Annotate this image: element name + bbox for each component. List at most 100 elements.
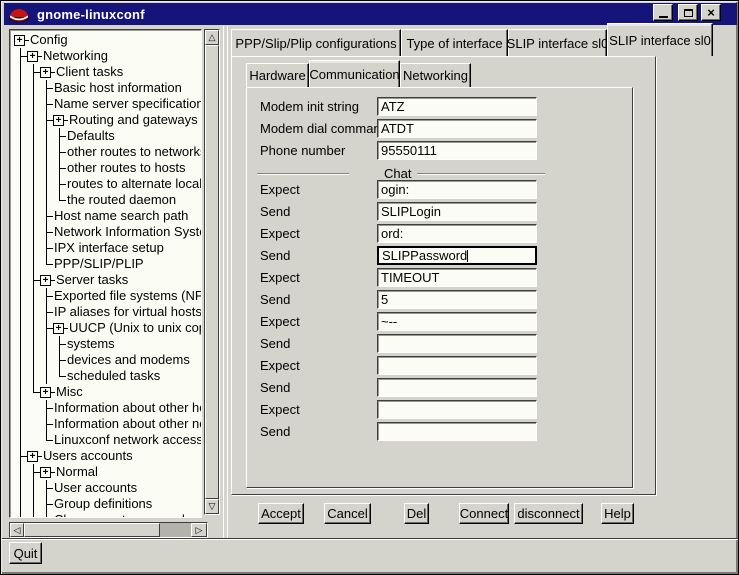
tree-item[interactable]: +Normal — [14, 464, 201, 480]
tree-item[interactable]: other routes to hosts — [14, 160, 201, 176]
tree-item-label[interactable]: Host name search path — [53, 208, 188, 224]
tree-item[interactable]: + Config — [14, 32, 201, 48]
tree-item[interactable]: + Users accounts — [14, 448, 201, 464]
tree-item-label[interactable]: Information about other netw — [53, 416, 202, 432]
tree-vertical-scrollbar[interactable]: △ ▽ — [204, 29, 220, 515]
tree-item-label[interactable]: devices and modems — [66, 352, 190, 368]
tree-item-label[interactable]: Exported file systems (NFS) — [53, 288, 202, 304]
scroll-up-button[interactable]: △ — [205, 30, 219, 45]
accept-button[interactable]: Accept — [258, 503, 304, 524]
tree-item-label[interactable]: scheduled tasks — [66, 368, 160, 384]
expander-icon[interactable]: + — [40, 67, 51, 78]
tree-item-label[interactable]: Network Information System — [53, 224, 202, 240]
chat-send-3-input[interactable]: SLIPPassword — [377, 246, 537, 265]
tree-item-label[interactable]: UUCP (Unix to unix copy) — [68, 320, 202, 336]
tab-hardware[interactable]: Hardware — [246, 63, 309, 87]
expander-icon[interactable]: + — [40, 467, 51, 478]
tree-item-label[interactable]: other routes to networks — [66, 144, 202, 160]
tree-item-label[interactable]: routes to alternate local ne — [66, 176, 202, 192]
tree-item-label[interactable]: the routed daemon — [66, 192, 176, 208]
tab-type-of-interface-1[interactable]: Type of interface — [401, 29, 508, 56]
tree-item-label[interactable]: Server tasks — [55, 272, 128, 288]
tree-item[interactable]: Linuxconf network access — [14, 432, 201, 448]
expander-icon[interactable]: + — [14, 35, 25, 46]
del-button[interactable]: Del — [404, 503, 429, 524]
chat-expect-8-input[interactable] — [377, 356, 537, 375]
titlebar[interactable]: gnome-linuxconf — [4, 3, 737, 25]
tree-item-label[interactable]: IPX interface setup — [53, 240, 164, 256]
chat-send-5-input[interactable]: 5 — [377, 290, 537, 309]
chat-expect-6-input[interactable]: ~-- — [377, 312, 537, 331]
tree-item[interactable]: Defaults — [14, 128, 201, 144]
scroll-right-button[interactable]: ▷ — [191, 523, 207, 537]
chat-expect-2-input[interactable]: ord: — [377, 224, 537, 243]
tree-item-label[interactable]: Change root password — [53, 512, 185, 518]
tree-item[interactable]: IP aliases for virtual hosts — [14, 304, 201, 320]
tree-horizontal-scrollbar[interactable]: ◁ ▷ — [9, 522, 208, 538]
scroll-left-button[interactable]: ◁ — [10, 523, 24, 537]
tree-item[interactable]: routes to alternate local ne — [14, 176, 201, 192]
tree-item-label[interactable]: Users accounts — [42, 448, 133, 464]
chat-send-9-input[interactable] — [377, 378, 537, 397]
tree-item[interactable]: User accounts — [14, 480, 201, 496]
expander-icon[interactable]: + — [27, 451, 38, 462]
tree-item-label[interactable]: User accounts — [53, 480, 137, 496]
tree-item[interactable]: + UUCP (Unix to unix copy) — [14, 320, 201, 336]
tree-item[interactable]: Network Information System — [14, 224, 201, 240]
expander-icon[interactable]: + — [27, 51, 38, 62]
tree-item-label[interactable]: Misc — [55, 384, 83, 400]
close-button[interactable]: × — [701, 4, 721, 21]
chat-send-11-input[interactable] — [377, 422, 537, 441]
tree-item[interactable]: systems — [14, 336, 201, 352]
tree-item-label[interactable]: Client tasks — [55, 64, 123, 80]
tree-item-label[interactable]: other routes to hosts — [66, 160, 186, 176]
horizontal-scrollbar-thumb[interactable] — [24, 523, 160, 537]
chat-expect-10-input[interactable] — [377, 400, 537, 419]
tree-item[interactable]: + Server tasks — [14, 272, 201, 288]
tree-item[interactable]: Name server specification ( — [14, 96, 201, 112]
tree-item[interactable]: scheduled tasks — [14, 368, 201, 384]
tree-item[interactable]: Group definitions — [14, 496, 201, 512]
tree-item-label[interactable]: IP aliases for virtual hosts — [53, 304, 202, 320]
disconnect-button[interactable]: disconnect — [514, 503, 583, 524]
pane-divider[interactable] — [223, 26, 228, 538]
tree-item-label[interactable]: Routing and gateways — [68, 112, 198, 128]
tree-item[interactable]: PPP/SLIP/PLIP — [14, 256, 201, 272]
expander-icon[interactable]: + — [40, 387, 51, 398]
tree-item-label[interactable]: PPP/SLIP/PLIP — [53, 256, 144, 272]
minimize-button[interactable] — [653, 4, 673, 21]
tree-item-label[interactable]: Basic host information — [53, 80, 182, 96]
tree-item[interactable]: other routes to networks — [14, 144, 201, 160]
tab-ppp-slip-plip-configurations-0[interactable]: PPP/Slip/Plip configurations — [231, 29, 401, 56]
quit-button[interactable]: Quit — [9, 542, 42, 564]
modem-init-string-input[interactable]: ATZ — [377, 97, 537, 116]
tree-item[interactable]: Information about other host — [14, 400, 201, 416]
tree-item[interactable]: Basic host information — [14, 80, 201, 96]
tree-item[interactable]: Exported file systems (NFS) — [14, 288, 201, 304]
tree-item[interactable]: + Misc — [14, 384, 201, 400]
tree-item[interactable]: Information about other netw — [14, 416, 201, 432]
tab-slip-interface-sl0-3[interactable]: SLIP interface sl0 — [607, 23, 713, 56]
tree-item-label[interactable]: Linuxconf network access — [53, 432, 202, 448]
cancel-button[interactable]: Cancel — [324, 503, 371, 524]
tree-item[interactable]: + Routing and gateways — [14, 112, 201, 128]
chat-send-1-input[interactable]: SLIPLogin — [377, 202, 537, 221]
chat-expect-4-input[interactable]: TIMEOUT — [377, 268, 537, 287]
expander-icon[interactable]: + — [53, 115, 64, 126]
tree-item[interactable]: + Client tasks — [14, 64, 201, 80]
vertical-scrollbar-thumb[interactable] — [205, 45, 219, 499]
chat-send-7-input[interactable] — [377, 334, 537, 353]
modem-dial-command-input[interactable]: ATDT — [377, 119, 537, 138]
chat-expect-0-input[interactable]: ogin: — [377, 180, 537, 199]
tree-item-label[interactable]: Name server specification ( — [53, 96, 202, 112]
tab-communication[interactable]: Communication — [309, 60, 400, 87]
tab-networking[interactable]: Networking — [400, 63, 471, 87]
expander-icon[interactable]: + — [40, 275, 51, 286]
tree-item-label[interactable]: Config — [29, 32, 68, 48]
tree-item[interactable]: Host name search path — [14, 208, 201, 224]
expander-icon[interactable]: + — [53, 323, 64, 334]
tree-item[interactable]: the routed daemon — [14, 192, 201, 208]
tree-item[interactable]: Change root password — [14, 512, 201, 518]
tree-item-label[interactable]: systems — [66, 336, 115, 352]
tree-item-label[interactable]: Networking — [42, 48, 108, 64]
